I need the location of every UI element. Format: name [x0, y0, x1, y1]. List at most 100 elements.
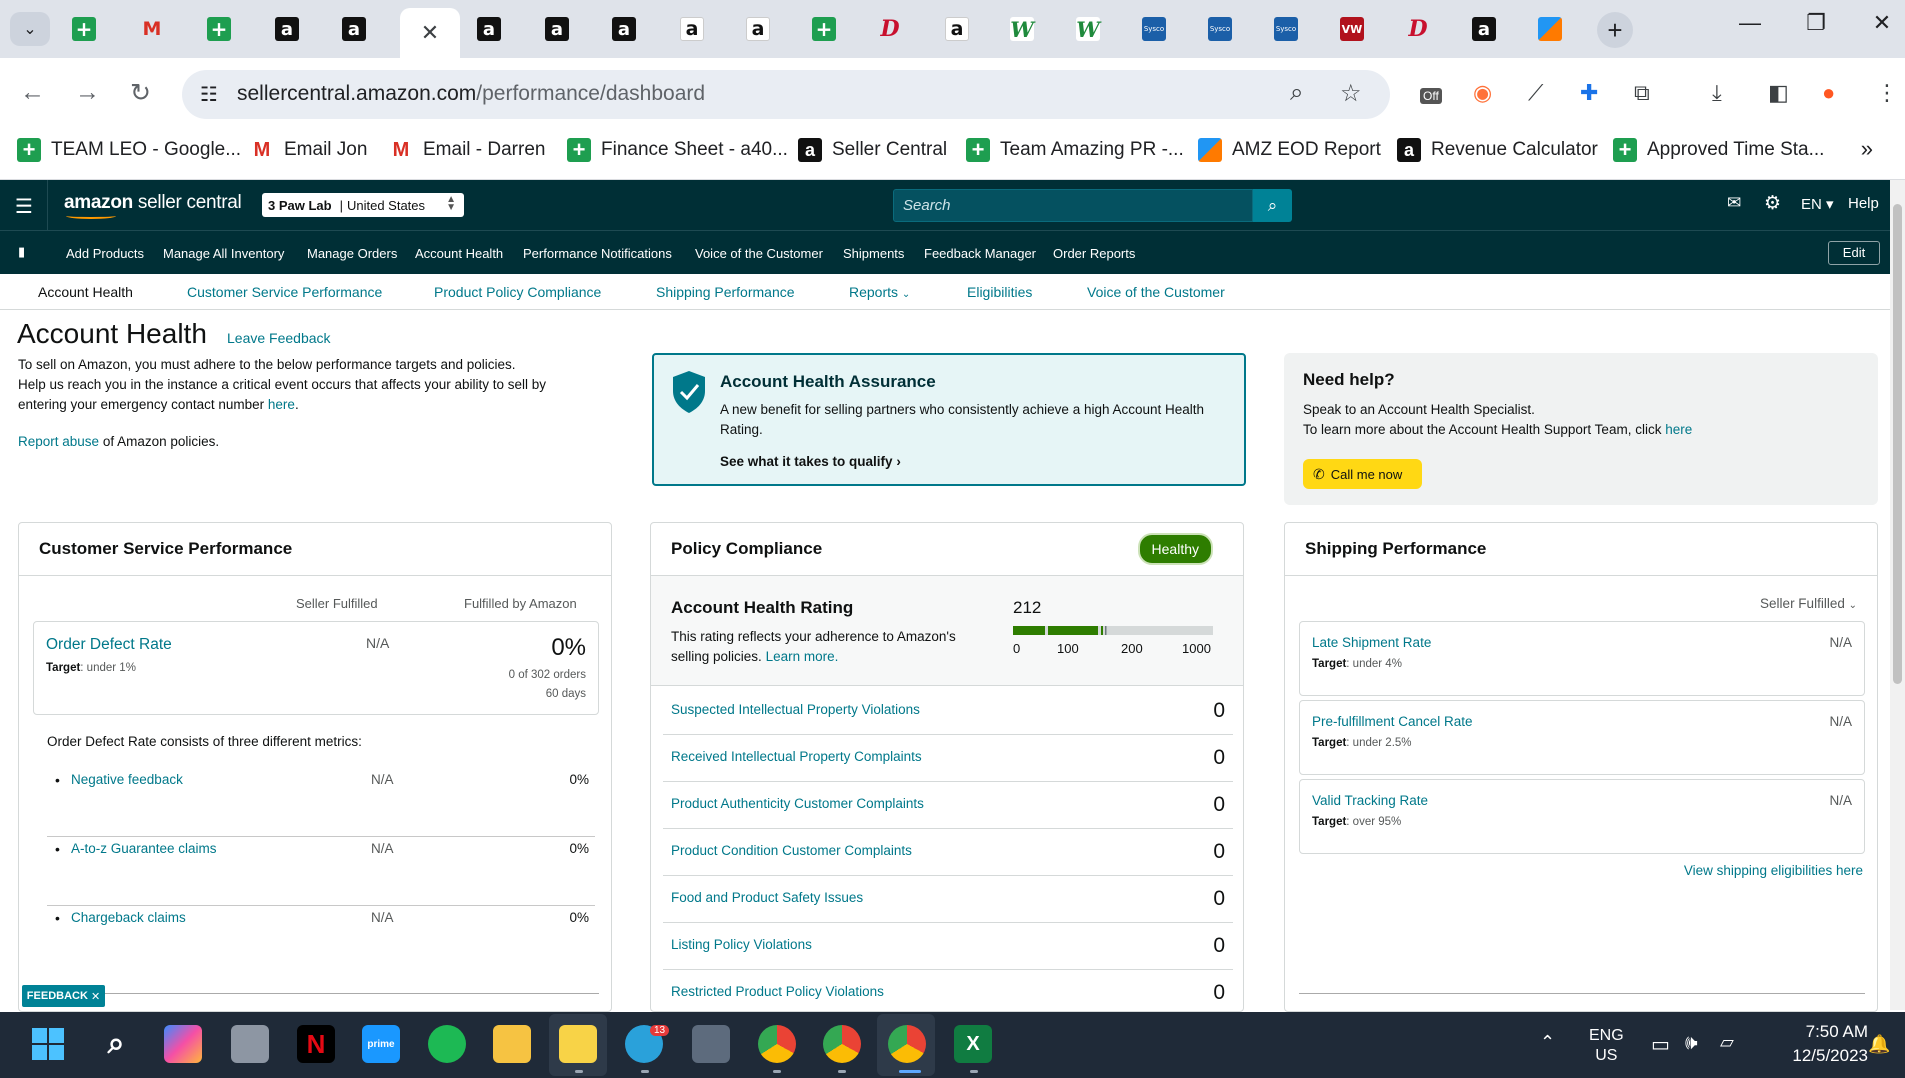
- see-what-it-takes-link[interactable]: See what it takes to qualify ›: [720, 454, 901, 469]
- hamburger-menu-icon[interactable]: ☰: [15, 194, 33, 219]
- w-tab-icon[interactable]: W: [1010, 17, 1034, 42]
- order-defect-rate-link[interactable]: Order Defect Rate: [46, 636, 172, 654]
- prime-video-icon[interactable]: prime: [362, 1025, 400, 1063]
- mail-icon[interactable]: ✉: [1727, 193, 1741, 213]
- learn-more-link[interactable]: Learn more.: [766, 649, 839, 664]
- omnibox[interactable]: ☷ sellercentral.amazon.com/performance/d…: [182, 70, 1390, 119]
- battery-icon[interactable]: ▱: [1720, 1032, 1734, 1053]
- chrome-icon[interactable]: [888, 1025, 926, 1063]
- extension-off-icon[interactable]: Off: [1420, 84, 1442, 105]
- pinterest-tab-icon[interactable]: D: [878, 16, 902, 42]
- tab-account-health[interactable]: Account Health: [38, 284, 133, 300]
- nav-manage-orders[interactable]: Manage Orders: [307, 246, 397, 261]
- notification-bell-icon[interactable]: 🔔: [1868, 1034, 1890, 1055]
- bookmark-item[interactable]: a Revenue Calculator: [1397, 137, 1598, 163]
- cursor-ext-icon[interactable]: ⟋: [1528, 80, 1543, 106]
- network-icon[interactable]: ▭: [1651, 1032, 1670, 1057]
- nav-manage-all-inventory[interactable]: Manage All Inventory: [163, 246, 284, 261]
- view-shipping-eligibilities-link[interactable]: View shipping eligibilities here: [1684, 863, 1863, 878]
- search-input[interactable]: Search: [893, 189, 1253, 222]
- input-language[interactable]: ENG US: [1589, 1026, 1624, 1066]
- search-button[interactable]: ⌕: [1253, 189, 1292, 222]
- more-menu-icon[interactable]: ⋮: [1876, 80, 1898, 106]
- leave-feedback-link[interactable]: Leave Feedback: [227, 330, 331, 346]
- amazon-tab-icon[interactable]: a: [680, 17, 704, 41]
- violation-link[interactable]: Suspected Intellectual Property Violatio…: [671, 702, 920, 717]
- amazon-tab-icon[interactable]: a: [342, 17, 366, 41]
- amazon-tab-icon[interactable]: a: [612, 17, 636, 41]
- violation-link[interactable]: Product Authenticity Customer Complaints: [671, 796, 924, 811]
- minimize-button[interactable]: —: [1730, 10, 1770, 36]
- w-tab-icon[interactable]: W: [1076, 17, 1100, 42]
- profile-avatar-icon[interactable]: ●: [1822, 80, 1835, 106]
- copilot-icon[interactable]: [164, 1025, 202, 1063]
- bookmarks-overflow-icon[interactable]: »: [1861, 136, 1873, 162]
- feedback-tab[interactable]: FEEDBACK ✕: [22, 985, 105, 1007]
- site-info-icon[interactable]: ☷: [200, 82, 218, 107]
- sysco-tab-icon[interactable]: Sysco: [1274, 17, 1298, 41]
- edit-nav-button[interactable]: Edit: [1828, 241, 1880, 265]
- tab-search-button[interactable]: ⌄: [10, 12, 50, 46]
- tab-product-policy-compliance[interactable]: Product Policy Compliance: [434, 284, 601, 300]
- netflix-icon[interactable]: N: [297, 1025, 335, 1063]
- violation-link[interactable]: Product Condition Customer Complaints: [671, 843, 912, 858]
- close-icon[interactable]: ✕: [91, 990, 100, 1003]
- amazon-tab-icon[interactable]: a: [545, 17, 569, 41]
- valid-tracking-rate-link[interactable]: Valid Tracking Rate: [1312, 793, 1428, 808]
- download-icon[interactable]: ⤓: [1712, 80, 1722, 106]
- sheets-tab-icon[interactable]: +: [72, 17, 96, 41]
- zoom-icon[interactable]: ⌕: [1290, 79, 1303, 107]
- bookmark-star-icon[interactable]: ☆: [1340, 79, 1362, 108]
- bookmark-item[interactable]: M Email - Darren: [389, 137, 546, 163]
- language-selector[interactable]: EN ▾: [1801, 195, 1834, 213]
- tab-reports[interactable]: Reports ⌄: [849, 284, 910, 300]
- windows-start-icon[interactable]: [29, 1025, 67, 1063]
- report-abuse-link[interactable]: Report abuse: [18, 434, 99, 449]
- close-tab-icon[interactable]: ✕: [421, 20, 439, 46]
- firefox-ext-icon[interactable]: ◉: [1473, 80, 1492, 106]
- back-icon[interactable]: ←: [20, 78, 45, 107]
- extensions-puzzle-icon[interactable]: ⧉: [1634, 80, 1650, 106]
- nav-feedback-manager[interactable]: Feedback Manager: [924, 246, 1036, 261]
- chargeback-claims-link[interactable]: Chargeback claims: [71, 910, 186, 925]
- bookmark-icon[interactable]: ▮: [18, 244, 25, 260]
- tab-eligibilities[interactable]: Eligibilities: [967, 284, 1032, 300]
- fulfillment-selector[interactable]: Seller Fulfilled ⌄: [1760, 596, 1857, 611]
- bookmark-item[interactable]: + Approved Time Sta...: [1613, 137, 1824, 163]
- emergency-contact-link[interactable]: here: [268, 397, 295, 412]
- bookmark-item[interactable]: + Team Amazing PR -...: [966, 137, 1184, 163]
- active-tab[interactable]: ✕: [400, 8, 460, 58]
- nav-order-reports[interactable]: Order Reports: [1053, 246, 1135, 261]
- calculator-icon[interactable]: [692, 1025, 730, 1063]
- pen-tab-icon[interactable]: [1538, 17, 1562, 41]
- nav-add-products[interactable]: Add Products: [66, 246, 144, 261]
- sheets-tab-icon[interactable]: +: [812, 17, 836, 41]
- settings-gear-icon[interactable]: ⚙: [1764, 192, 1781, 215]
- tab-voice-of-customer[interactable]: Voice of the Customer: [1087, 284, 1225, 300]
- amazon-tab-icon[interactable]: a: [746, 17, 770, 41]
- forward-icon[interactable]: →: [75, 78, 100, 107]
- chevron-up-icon[interactable]: ⌃: [1540, 1032, 1555, 1053]
- gmail-tab-icon[interactable]: M: [140, 17, 164, 41]
- bookmark-item[interactable]: + Finance Sheet - a40...: [567, 137, 788, 163]
- amazon-seller-central-logo[interactable]: amazon seller central: [64, 192, 242, 214]
- late-shipment-rate-link[interactable]: Late Shipment Rate: [1312, 635, 1431, 650]
- sidepanel-icon[interactable]: ◧: [1768, 80, 1789, 106]
- url-text[interactable]: sellercentral.amazon.com/performance/das…: [237, 82, 705, 106]
- page-scrollbar[interactable]: [1890, 180, 1905, 1010]
- sysco-tab-icon[interactable]: Sysco: [1208, 17, 1232, 41]
- sticky-notes-icon[interactable]: [559, 1025, 597, 1063]
- amazon-tab-icon[interactable]: a: [477, 17, 501, 41]
- bookmark-item[interactable]: a Seller Central: [798, 137, 947, 163]
- task-view-icon[interactable]: [231, 1025, 269, 1063]
- plus-ext-icon[interactable]: ✚: [1580, 80, 1598, 106]
- sysco-tab-icon[interactable]: Sysco: [1142, 17, 1166, 41]
- amazon-tab-icon[interactable]: a: [275, 17, 299, 41]
- nav-shipments[interactable]: Shipments: [843, 246, 904, 261]
- clock[interactable]: 7:50 AM 12/5/2023: [1772, 1020, 1868, 1068]
- search-icon[interactable]: ⌕: [97, 1025, 135, 1063]
- nav-voice-of-customer[interactable]: Voice of the Customer: [695, 246, 823, 261]
- scrollbar-thumb[interactable]: [1893, 204, 1902, 684]
- chrome-icon[interactable]: [823, 1025, 861, 1063]
- bookmark-item[interactable]: AMZ EOD Report: [1198, 137, 1381, 163]
